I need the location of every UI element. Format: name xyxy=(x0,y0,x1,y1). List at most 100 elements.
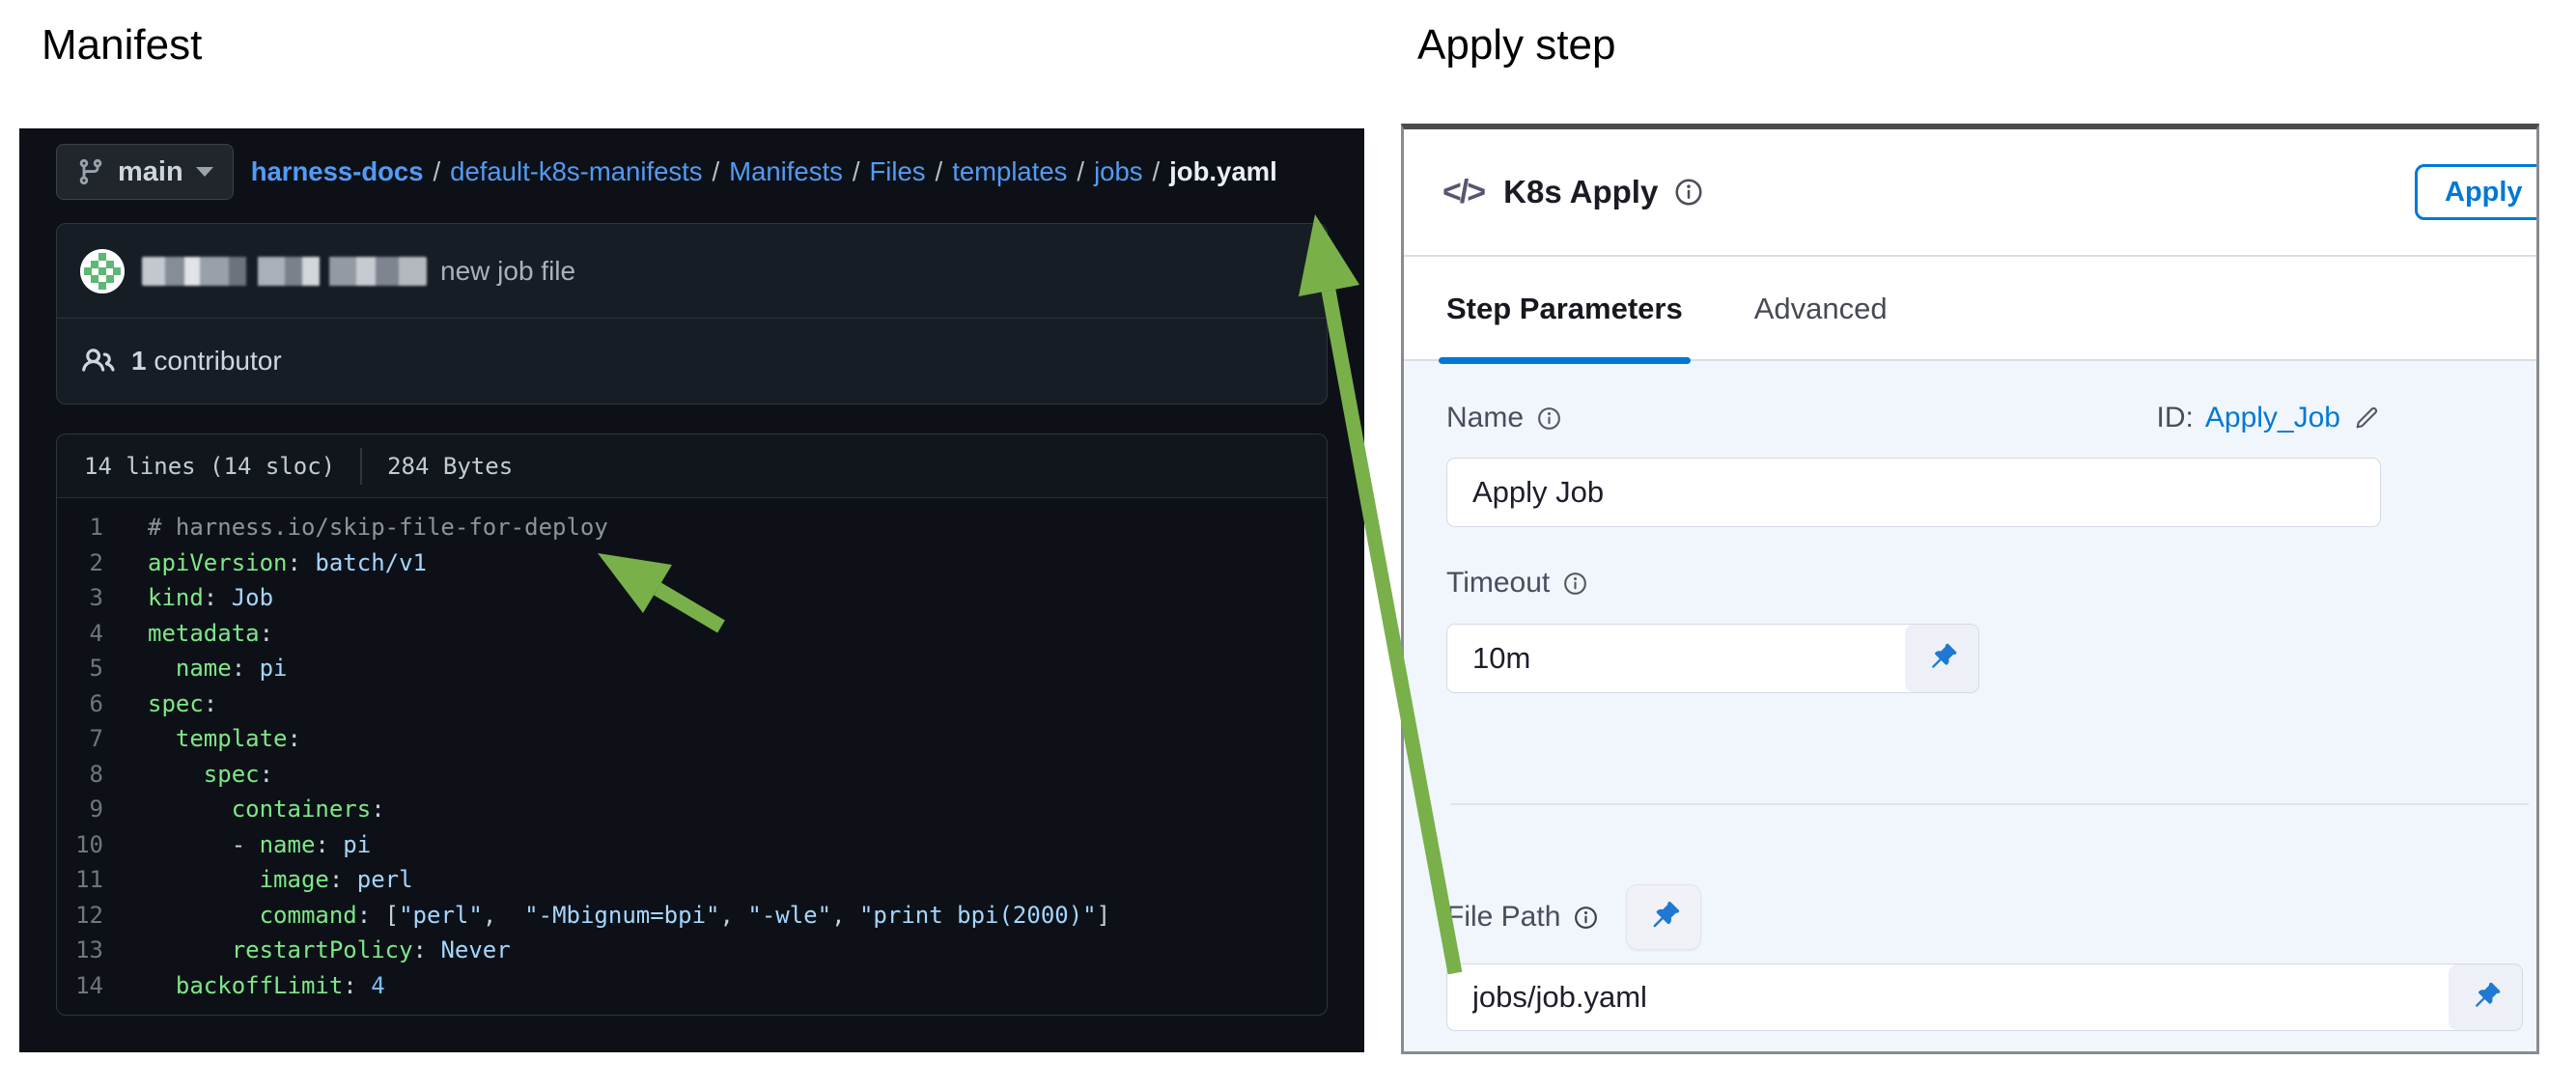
line-number[interactable]: 11 xyxy=(57,862,148,898)
code-text: image: perl xyxy=(148,862,413,898)
tab-step-parameters[interactable]: Step Parameters xyxy=(1446,259,1683,359)
breadcrumb-link-folder[interactable]: templates xyxy=(952,156,1067,187)
breadcrumb-link-repo[interactable]: harness-docs xyxy=(251,156,424,187)
name-id-row: Name ID: Apply_Job xyxy=(1446,390,2381,446)
git-branch-icon xyxy=(76,157,105,186)
latest-commit-box: new job file 1 contributor xyxy=(56,223,1328,405)
code-line: 3kind: Job xyxy=(57,580,1327,616)
info-icon[interactable] xyxy=(1536,405,1562,432)
redacted-username xyxy=(142,257,427,286)
code-line: 14 backoffLimit: 4 xyxy=(57,968,1327,1004)
breadcrumb-link-folder[interactable]: jobs xyxy=(1094,156,1142,187)
line-number[interactable]: 5 xyxy=(57,651,148,686)
pushpin-icon xyxy=(1645,899,1682,935)
line-number[interactable]: 7 xyxy=(57,721,148,757)
people-icon xyxy=(82,345,115,377)
file-lines-stat: 14 lines (14 sloc) xyxy=(84,453,335,480)
code-icon: </> xyxy=(1442,174,1484,211)
step-title: K8s Apply xyxy=(1503,174,1658,210)
file-path-input[interactable] xyxy=(1447,964,2449,1030)
file-size-stat: 284 Bytes xyxy=(387,453,513,480)
line-number[interactable]: 10 xyxy=(57,827,148,863)
breadcrumb-link-folder[interactable]: Files xyxy=(869,156,925,187)
code-text: backoffLimit: 4 xyxy=(148,968,385,1004)
line-number[interactable]: 1 xyxy=(57,510,148,545)
line-number[interactable]: 6 xyxy=(57,686,148,722)
stat-divider xyxy=(360,448,362,485)
breadcrumb-separator: / xyxy=(853,156,860,187)
code-line: 9 containers: xyxy=(57,792,1327,827)
pin-field-button[interactable] xyxy=(1626,884,1701,950)
code-line: 1# harness.io/skip-file-for-deploy xyxy=(57,510,1327,545)
github-file-viewer-panel: main harness-docs / default-k8s-manifest… xyxy=(19,128,1364,1052)
step-id-link[interactable]: Apply_Job xyxy=(2205,402,2340,434)
code-text: command: ["perl", "-Mbignum=bpi", "-wle"… xyxy=(148,898,1110,934)
timeout-label-row: Timeout xyxy=(1446,556,2494,610)
code-line: 5 name: pi xyxy=(57,651,1327,686)
pushpin-icon xyxy=(1924,641,1959,676)
file-path-input-group xyxy=(1446,963,2523,1031)
breadcrumb-link-folder[interactable]: Manifests xyxy=(729,156,843,187)
code-line: 4metadata: xyxy=(57,616,1327,652)
line-number[interactable]: 12 xyxy=(57,898,148,934)
breadcrumb-separator: / xyxy=(1077,156,1084,187)
code-line: 7 template: xyxy=(57,721,1327,757)
code-line: 10 - name: pi xyxy=(57,827,1327,863)
code-line: 8 spec: xyxy=(57,757,1327,793)
code-text: name: pi xyxy=(148,651,288,686)
name-input[interactable] xyxy=(1446,458,2381,527)
timeout-input[interactable] xyxy=(1447,625,1905,692)
contributors-row[interactable]: 1 contributor xyxy=(57,319,1327,404)
code-text: - name: pi xyxy=(148,827,371,863)
code-line: 12 command: ["perl", "-Mbignum=bpi", "-w… xyxy=(57,898,1327,934)
line-number[interactable]: 13 xyxy=(57,933,148,968)
breadcrumb-separator: / xyxy=(713,156,720,187)
caret-down-icon xyxy=(196,167,213,177)
pin-runtime-input-button[interactable] xyxy=(1905,625,1978,692)
pushpin-icon xyxy=(2468,980,2503,1015)
line-number[interactable]: 14 xyxy=(57,968,148,1004)
file-path-label: File Path xyxy=(1446,901,1599,934)
code-line: 11 image: perl xyxy=(57,862,1327,898)
step-tabs: Step Parameters Advanced xyxy=(1404,259,2536,359)
id-label: ID: xyxy=(2157,402,2194,434)
code-text: template: xyxy=(148,721,301,757)
info-icon[interactable] xyxy=(1673,177,1704,208)
code-text: kind: Job xyxy=(148,580,273,616)
apply-changes-button[interactable]: Apply xyxy=(2415,164,2539,220)
breadcrumb-separator: / xyxy=(434,156,441,187)
line-number[interactable]: 2 xyxy=(57,545,148,581)
code-text: # harness.io/skip-file-for-deploy xyxy=(148,510,608,545)
code-lines: 1# harness.io/skip-file-for-deploy2apiVe… xyxy=(57,498,1327,1015)
branch-name: main xyxy=(118,156,183,188)
file-header-row: main harness-docs / default-k8s-manifest… xyxy=(19,128,1364,202)
code-line: 6spec: xyxy=(57,686,1327,722)
line-number[interactable]: 9 xyxy=(57,792,148,827)
code-line: 2apiVersion: batch/v1 xyxy=(57,545,1327,581)
file-path-label-row: File Path xyxy=(1446,884,2494,950)
pin-runtime-input-button[interactable] xyxy=(2449,964,2522,1030)
file-blob-box: 14 lines (14 sloc) 284 Bytes 1# harness.… xyxy=(56,433,1328,1016)
name-label: Name xyxy=(1446,402,1562,434)
tab-advanced[interactable]: Advanced xyxy=(1754,259,1888,359)
code-text: restartPolicy: Never xyxy=(148,933,511,968)
breadcrumb-current-file: job.yaml xyxy=(1169,156,1277,187)
code-line: 13 restartPolicy: Never xyxy=(57,933,1327,968)
info-icon[interactable] xyxy=(1562,571,1588,597)
code-text: apiVersion: batch/v1 xyxy=(148,545,427,581)
commit-message-link[interactable]: new job file xyxy=(440,256,575,287)
timeout-label: Timeout xyxy=(1446,567,1588,600)
code-text: spec: xyxy=(148,686,217,722)
line-number[interactable]: 8 xyxy=(57,757,148,793)
manifest-heading: Manifest xyxy=(42,21,202,70)
line-number[interactable]: 3 xyxy=(57,580,148,616)
breadcrumb-link-folder[interactable]: default-k8s-manifests xyxy=(450,156,702,187)
branch-selector-button[interactable]: main xyxy=(56,144,234,200)
section-divider xyxy=(1450,803,2529,805)
line-number[interactable]: 4 xyxy=(57,616,148,652)
code-text: metadata: xyxy=(148,616,273,652)
info-icon[interactable] xyxy=(1573,905,1599,931)
edit-pencil-icon[interactable] xyxy=(2352,404,2381,433)
screenshot-stage: Manifest Apply step main harness-docs / … xyxy=(0,0,2576,1089)
avatar[interactable] xyxy=(80,249,125,293)
